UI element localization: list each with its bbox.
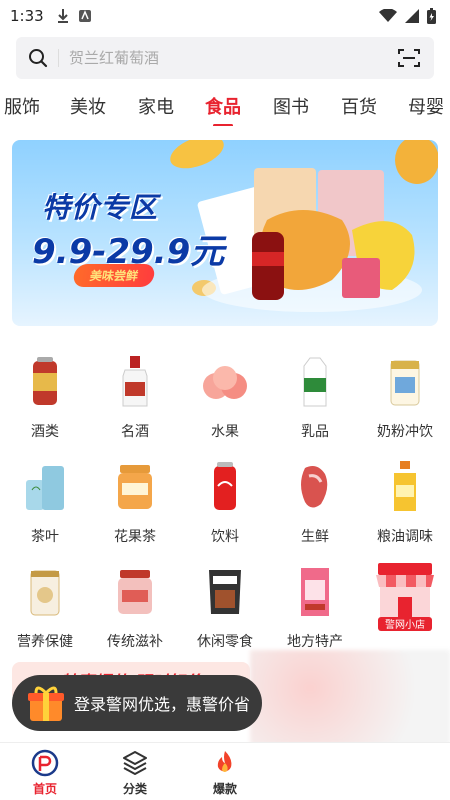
app-notification-icon: [78, 10, 91, 22]
search-input[interactable]: 贺兰红葡萄酒: [58, 49, 396, 67]
toast-text: 登录警网优选，惠警价省: [74, 695, 251, 714]
svg-text:警网小店: 警网小店: [385, 618, 425, 631]
category-label: 营养保健: [17, 634, 73, 650]
category-tea[interactable]: 茶叶: [0, 450, 90, 550]
category-label: 粮油调味: [377, 529, 433, 545]
search-bar[interactable]: 贺兰红葡萄酒: [16, 37, 434, 79]
category-label: 水果: [211, 424, 239, 440]
milk-powder-can-icon: [376, 353, 434, 411]
signal-icon: [405, 9, 419, 23]
snack-bag-icon: [196, 563, 254, 621]
category-label: 奶粉冲饮: [377, 424, 433, 440]
download-icon: [57, 9, 68, 23]
category-grain-oil[interactable]: 粮油调味: [360, 450, 450, 550]
beer-can-icon: [16, 353, 74, 411]
login-toast[interactable]: 登录警网优选，惠警价省: [12, 675, 262, 731]
category-beer[interactable]: 酒类: [0, 345, 90, 445]
category-police-shop[interactable]: 警网小店: [360, 555, 450, 655]
wifi-icon: [379, 9, 397, 22]
category-milk-powder[interactable]: 奶粉冲饮: [360, 345, 450, 445]
banner-title: 特价专区: [42, 191, 159, 224]
status-bar: 1:33: [0, 0, 450, 32]
supplement-can-icon: [16, 563, 74, 621]
category-famous-liquor[interactable]: 名酒: [90, 345, 180, 445]
scan-icon: [398, 49, 420, 67]
liquor-bottle-icon: [106, 353, 164, 411]
scan-button[interactable]: [396, 45, 422, 71]
category-label: 饮料: [211, 529, 239, 545]
status-time: 1:33: [10, 7, 44, 25]
search-icon: [29, 49, 48, 68]
category-traditional-tonic[interactable]: 传统滋补: [90, 555, 180, 655]
category-label: 名酒: [121, 424, 149, 440]
category-fresh[interactable]: 生鲜: [270, 450, 360, 550]
gift-icon: [28, 686, 64, 721]
battery-icon: [427, 8, 436, 24]
milk-carton-icon: [286, 353, 344, 411]
category-tabs: 服饰 美妆 家电 食品 图书 百货 母婴: [0, 84, 450, 126]
promo-banner[interactable]: 特价专区 9.9-29.9元 美味尝鲜: [12, 140, 438, 326]
shop-icon: 警网小店: [370, 555, 440, 635]
specialty-bag-icon: [286, 563, 344, 621]
tab-baby[interactable]: 母婴: [408, 93, 444, 119]
category-drinks[interactable]: 饮料: [180, 450, 270, 550]
tonic-jar-icon: [106, 563, 164, 621]
tab-beauty[interactable]: 美妆: [70, 93, 106, 119]
banner-tag: 美味尝鲜: [71, 264, 157, 287]
tab-books[interactable]: 图书: [273, 93, 309, 119]
category-dairy[interactable]: 乳品: [270, 345, 360, 445]
category-label: 酒类: [31, 424, 59, 440]
category-label: 传统滋补: [107, 634, 163, 650]
category-label: 地方特产: [287, 634, 343, 650]
category-nutrition[interactable]: 营养保健: [0, 555, 90, 655]
category-fruit[interactable]: 水果: [180, 345, 270, 445]
nav-category[interactable]: 分类: [90, 743, 180, 800]
peach-icon: [196, 353, 254, 411]
bottom-nav: 首页 分类 爆款: [0, 742, 450, 800]
tab-appliances[interactable]: 家电: [138, 93, 174, 119]
tab-general-goods[interactable]: 百货: [341, 93, 377, 119]
flower-tea-jar-icon: [106, 458, 164, 516]
blurred-product-area: [250, 650, 450, 745]
nav-category-label: 分类: [122, 782, 147, 796]
category-label: 乳品: [301, 424, 329, 440]
nav-hot-label: 爆款: [212, 782, 237, 796]
flame-icon: [217, 751, 232, 772]
category-label: 茶叶: [31, 529, 59, 545]
soda-can-icon: [196, 458, 254, 516]
category-label: 生鲜: [301, 529, 329, 545]
category-local-specialty[interactable]: 地方特产: [270, 555, 360, 655]
category-flower-tea[interactable]: 花果茶: [90, 450, 180, 550]
nav-hot[interactable]: 爆款: [180, 743, 270, 800]
category-label: 花果茶: [114, 529, 156, 545]
tab-clothing[interactable]: 服饰: [4, 93, 40, 119]
category-snacks[interactable]: 休闲零食: [180, 555, 270, 655]
category-label: 休闲零食: [197, 634, 253, 650]
nav-home-label: 首页: [32, 782, 57, 796]
tea-can-icon: [16, 458, 74, 516]
tab-food[interactable]: 食品: [205, 93, 241, 119]
meat-icon: [286, 458, 344, 516]
layers-icon: [123, 751, 147, 775]
oil-bottle-icon: [376, 458, 434, 516]
home-logo-icon: [31, 749, 59, 777]
nav-home[interactable]: 首页: [0, 743, 90, 800]
